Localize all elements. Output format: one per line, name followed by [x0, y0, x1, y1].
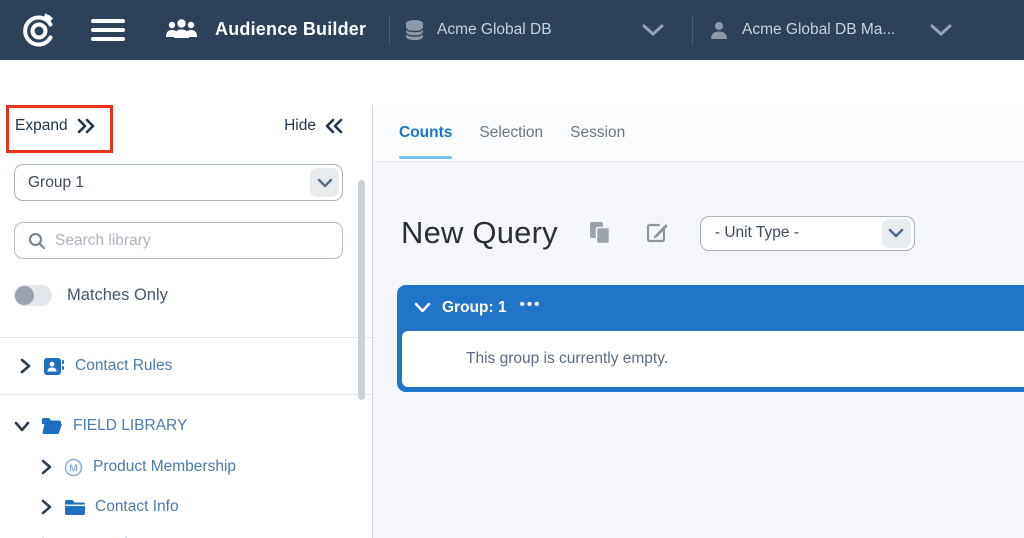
chevron-down-icon — [310, 168, 339, 197]
app-window: Audience Builder Acme Global DB Acme Glo… — [0, 0, 1024, 538]
m-circle-icon: M — [64, 458, 83, 477]
topbar-divider — [389, 15, 390, 46]
tree-item-label: Contact Info — [95, 498, 179, 516]
expand-label: Expand — [15, 117, 68, 135]
chevron-down-icon — [13, 419, 31, 434]
matches-only-toggle[interactable] — [14, 285, 52, 306]
user-selector[interactable]: Acme Global DB Ma... — [708, 0, 895, 60]
sidebar-divider — [0, 394, 372, 395]
user-chevron-down-icon[interactable] — [930, 24, 952, 42]
database-name: Acme Global DB — [437, 21, 552, 39]
group-select[interactable]: Group 1 — [14, 164, 343, 201]
topbar-divider — [692, 15, 693, 46]
sidebar-item-products-partial[interactable]: Products — [40, 530, 156, 538]
contact-card-icon — [43, 357, 65, 376]
brand-logo-icon[interactable] — [19, 10, 59, 55]
sidebar-item-contact-rules[interactable]: Contact Rules — [18, 348, 172, 384]
double-chevron-left-icon — [324, 118, 344, 134]
hide-button[interactable]: Hide — [284, 117, 344, 135]
matches-only-row: Matches Only — [14, 282, 168, 308]
group-title: Group: 1 — [442, 299, 507, 317]
copy-icon — [589, 221, 612, 246]
search-icon — [28, 232, 46, 250]
copy-query-button[interactable] — [589, 221, 612, 246]
group-card: Group: 1 ••• This group is currently emp… — [397, 285, 1024, 392]
unit-type-select[interactable]: - Unit Type - — [700, 216, 915, 251]
group-empty-message: This group is currently empty. — [402, 331, 1024, 387]
query-title-row: New Query - Unit Type - — [401, 212, 915, 254]
user-icon — [708, 19, 730, 41]
tree-item-label: Contact Rules — [75, 357, 172, 375]
tab-session[interactable]: Session — [570, 105, 625, 161]
library-search — [14, 222, 343, 259]
database-selector[interactable]: Acme Global DB — [404, 0, 552, 60]
search-input[interactable] — [55, 232, 342, 250]
tree-item-label: FIELD LIBRARY — [73, 417, 187, 435]
group-menu-ellipsis[interactable]: ••• — [520, 300, 542, 316]
chevron-right-icon — [40, 459, 54, 475]
edit-query-button[interactable] — [645, 221, 669, 245]
sidebar-item-product-membership[interactable]: M Product Membership — [40, 452, 236, 482]
collapse-chevron-down-icon[interactable] — [414, 302, 431, 314]
top-navigation-bar: Audience Builder Acme Global DB Acme Glo… — [0, 0, 1024, 60]
group-card-header[interactable]: Group: 1 ••• — [397, 285, 1024, 331]
chevron-down-icon — [882, 219, 911, 248]
module-header: Audience Builder — [165, 17, 366, 41]
sidebar-divider — [0, 337, 372, 338]
sidebar-scrollbar[interactable] — [358, 180, 365, 400]
double-chevron-right-icon — [77, 118, 97, 134]
sidebar-header-row: Expand Hide — [0, 105, 372, 153]
edit-pencil-icon — [645, 221, 669, 245]
svg-text:M: M — [69, 462, 78, 474]
library-sidebar: Expand Hide Group 1 — [0, 60, 372, 538]
tree-item-label: Product Membership — [93, 458, 236, 476]
query-title: New Query — [401, 215, 558, 251]
audience-people-icon — [165, 17, 198, 41]
expand-button[interactable]: Expand — [15, 117, 97, 135]
query-tabbar: Counts Selection Session — [373, 105, 1024, 162]
tab-selection[interactable]: Selection — [479, 105, 543, 161]
sidebar-item-contact-info[interactable]: Contact Info — [40, 492, 179, 522]
sidebar-item-field-library[interactable]: FIELD LIBRARY — [13, 410, 187, 442]
chevron-right-icon — [18, 357, 33, 375]
hide-label: Hide — [284, 117, 316, 135]
query-body: New Query - Unit Type - — [373, 162, 1024, 538]
folder-open-icon — [41, 417, 63, 435]
query-panel: Counts Selection Session New Query — [372, 105, 1024, 538]
matches-only-label: Matches Only — [67, 286, 168, 305]
group-select-value: Group 1 — [28, 174, 310, 192]
chevron-right-icon — [40, 499, 54, 515]
tab-counts[interactable]: Counts — [399, 105, 452, 161]
group-card-body: This group is currently empty. — [397, 331, 1024, 392]
hamburger-menu-icon[interactable] — [91, 19, 125, 42]
app-title: Audience Builder — [215, 19, 366, 40]
database-chevron-down-icon[interactable] — [642, 24, 664, 42]
user-name: Acme Global DB Ma... — [742, 21, 895, 39]
unit-type-value: - Unit Type - — [715, 224, 882, 242]
database-icon — [404, 19, 425, 42]
folder-icon — [64, 499, 85, 516]
